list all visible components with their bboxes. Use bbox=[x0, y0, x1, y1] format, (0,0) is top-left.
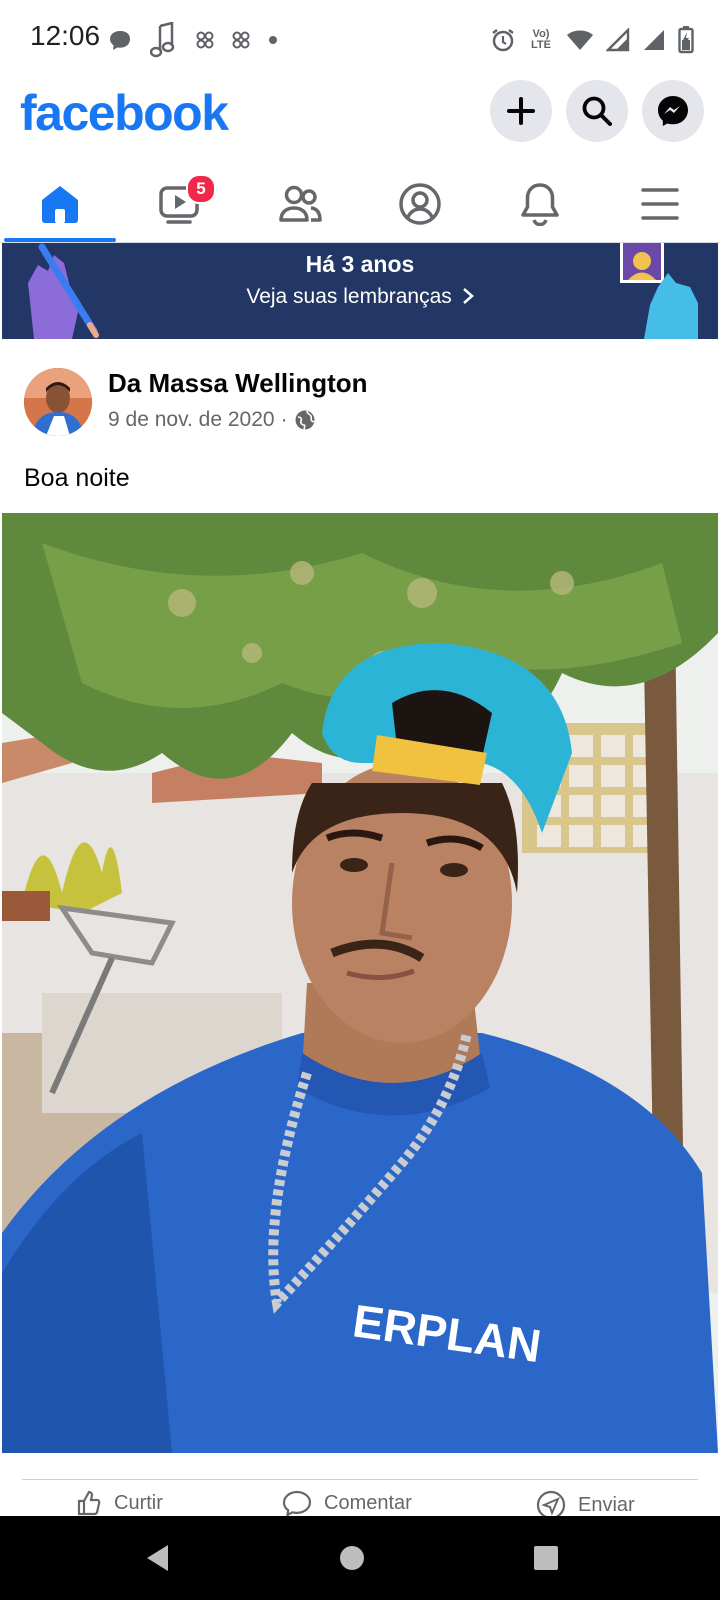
hand-photo-illustration bbox=[620, 243, 698, 339]
home-icon bbox=[42, 186, 78, 223]
avatar[interactable] bbox=[24, 368, 92, 436]
signal-icon bbox=[644, 30, 664, 50]
post-date[interactable]: 9 de nov. de 2020 bbox=[108, 408, 275, 432]
back-triangle-icon bbox=[147, 1545, 168, 1571]
memories-link[interactable]: Veja suas lembranças bbox=[2, 285, 718, 309]
send-icon bbox=[536, 1490, 566, 1516]
recents-square-icon bbox=[534, 1546, 558, 1570]
signal-icon bbox=[606, 28, 630, 52]
tab-watch[interactable]: 5 bbox=[120, 166, 240, 242]
plus-icon bbox=[507, 97, 535, 125]
post-author[interactable]: Da Massa Wellington bbox=[108, 368, 368, 399]
tab-menu[interactable] bbox=[600, 166, 720, 242]
send-button[interactable]: Enviar bbox=[536, 1490, 635, 1516]
main-tabs: 5 bbox=[0, 166, 720, 243]
system-nav-bar bbox=[0, 1516, 720, 1600]
alarm-icon bbox=[492, 29, 514, 52]
volte-icon: Vo) LTE bbox=[531, 28, 551, 51]
search-button[interactable] bbox=[566, 80, 628, 142]
comment-label: Comentar bbox=[324, 1491, 412, 1514]
status-right-icons: Vo) LTE bbox=[490, 22, 694, 58]
create-post-button[interactable] bbox=[490, 80, 552, 142]
memories-link-label: Veja suas lembranças bbox=[246, 285, 452, 308]
battery-icon bbox=[678, 26, 694, 54]
status-left-icons bbox=[108, 20, 278, 60]
app-icon bbox=[196, 31, 214, 49]
globe-icon bbox=[295, 410, 315, 430]
memories-title: Há 3 anos bbox=[305, 251, 415, 277]
memories-banner[interactable]: Há 3 anos Veja suas lembranças bbox=[2, 243, 718, 339]
messenger-icon bbox=[658, 96, 688, 126]
actions-divider bbox=[22, 1479, 698, 1480]
nav-recents-button[interactable] bbox=[506, 1516, 586, 1600]
comment-button[interactable]: Comentar bbox=[282, 1490, 412, 1516]
like-icon bbox=[77, 1490, 101, 1516]
selfie-photo: ERPLAN bbox=[2, 513, 718, 1453]
watch-badge: 5 bbox=[186, 174, 216, 204]
dot-icon bbox=[269, 36, 277, 44]
wifi-icon bbox=[567, 30, 593, 50]
tab-profile[interactable] bbox=[360, 166, 480, 242]
post-meta: 9 de nov. de 2020 · bbox=[108, 408, 316, 432]
app-icon bbox=[232, 31, 250, 49]
messenger-button[interactable] bbox=[642, 80, 704, 142]
like-label: Curtir bbox=[114, 1491, 163, 1514]
chevron-right-icon bbox=[462, 288, 474, 304]
nav-back-button[interactable] bbox=[118, 1516, 198, 1600]
home-circle-icon bbox=[340, 1546, 364, 1570]
menu-icon bbox=[641, 188, 679, 220]
comment-icon bbox=[282, 1490, 312, 1516]
music-note-icon bbox=[150, 22, 175, 58]
tab-notifications[interactable] bbox=[480, 166, 600, 242]
avatar-photo bbox=[24, 368, 92, 436]
chat-bubble-icon bbox=[110, 31, 130, 50]
post-text: Boa noite bbox=[24, 464, 130, 492]
facebook-logo[interactable]: facebook bbox=[20, 84, 229, 142]
friends-icon bbox=[279, 185, 322, 222]
search-icon bbox=[582, 96, 612, 126]
post-actions: Curtir Comentar Enviar bbox=[0, 1490, 720, 1516]
meta-separator: · bbox=[280, 408, 288, 431]
profile-icon bbox=[399, 183, 441, 225]
tab-friends[interactable] bbox=[240, 166, 360, 242]
app-header: facebook bbox=[0, 78, 720, 166]
status-bar: 12:06 Vo) LTE bbox=[0, 0, 720, 78]
send-label: Enviar bbox=[578, 1493, 635, 1516]
post-photo[interactable]: ERPLAN bbox=[2, 513, 718, 1453]
like-button[interactable]: Curtir bbox=[76, 1490, 163, 1516]
status-time: 12:06 bbox=[30, 20, 101, 51]
tab-home[interactable] bbox=[0, 166, 120, 242]
nav-home-button[interactable] bbox=[312, 1516, 392, 1600]
bell-icon bbox=[521, 183, 559, 226]
